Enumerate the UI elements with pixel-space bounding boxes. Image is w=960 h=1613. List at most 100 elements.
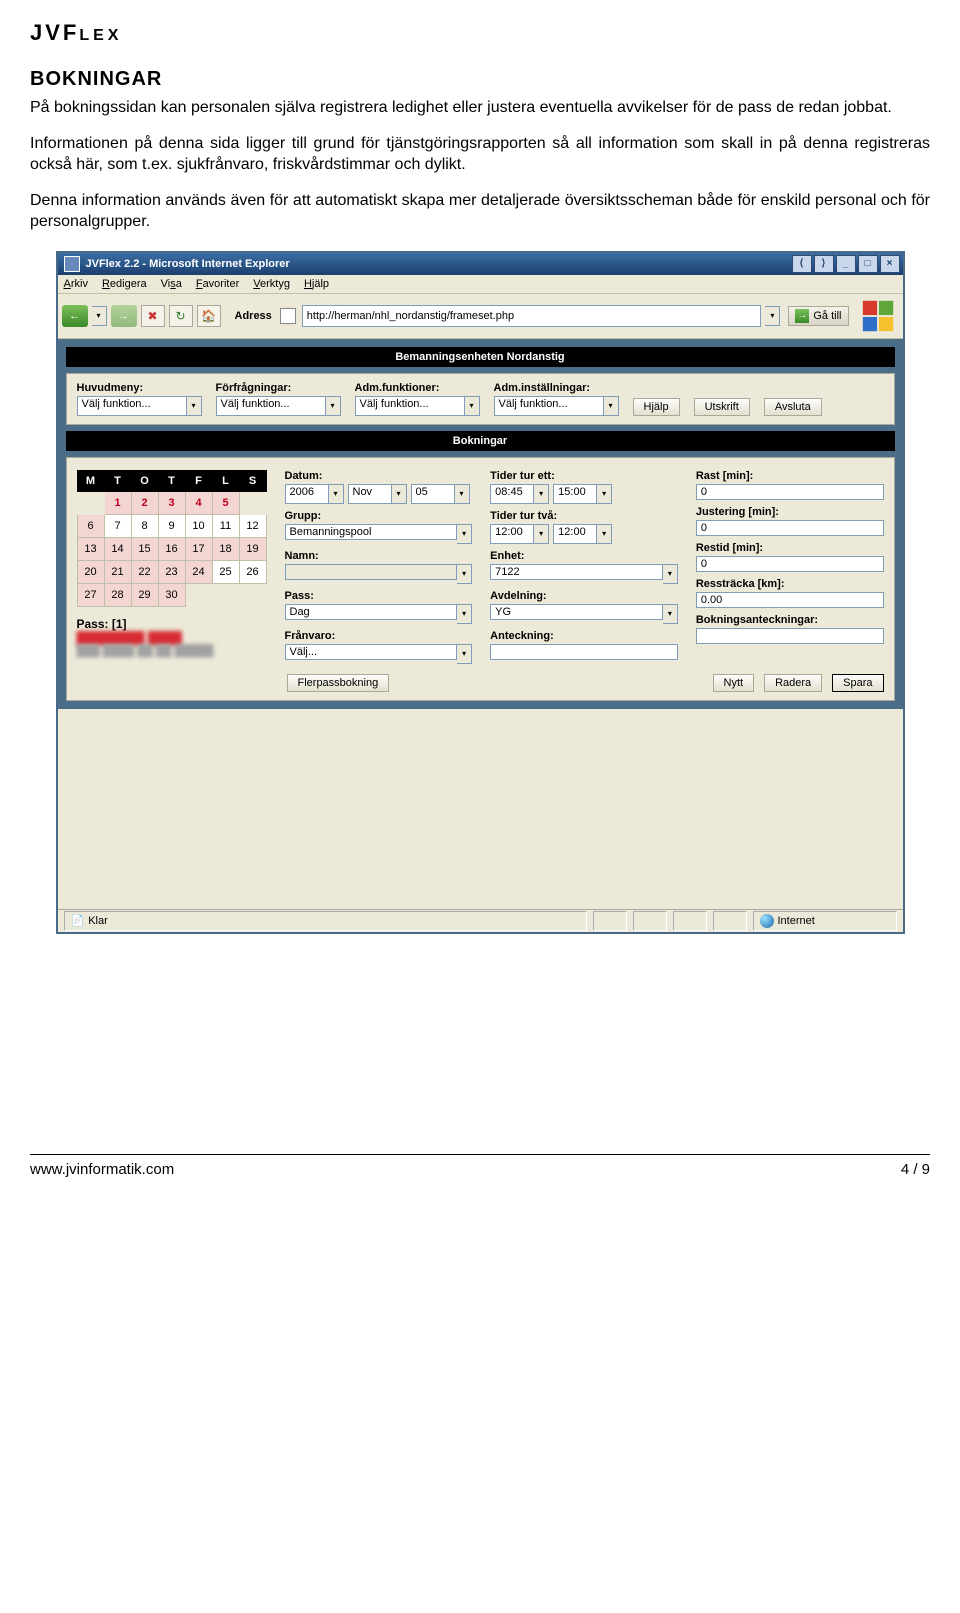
pass-select[interactable]: Dag▾ xyxy=(285,604,473,624)
forward-button[interactable]: → xyxy=(111,305,137,327)
calendar-cell[interactable]: 12 xyxy=(239,514,266,537)
namn-label: Namn: xyxy=(285,550,473,562)
rast-input[interactable]: 0 xyxy=(696,484,884,500)
avdelning-select[interactable]: YG▾ xyxy=(490,604,678,624)
tider1-label: Tider tur ett: xyxy=(490,470,678,482)
admfunk-select[interactable]: Välj funktion...▾ xyxy=(355,396,480,416)
menu-verktyg[interactable]: Verktyg xyxy=(253,278,290,290)
calendar-cell[interactable]: 15 xyxy=(131,537,158,560)
calendar-cell[interactable]: 8 xyxy=(131,514,158,537)
calendar-cell[interactable]: 17 xyxy=(185,537,212,560)
calendar-cell[interactable]: 24 xyxy=(185,560,212,583)
menu-hjalp[interactable]: Hjälp xyxy=(304,278,329,290)
calendar-cell[interactable]: 7 xyxy=(104,514,131,537)
refresh-icon[interactable]: ↻ xyxy=(169,305,193,327)
datum-year-select[interactable]: 2006▾ xyxy=(285,484,344,504)
calendar-cell[interactable]: 27 xyxy=(77,583,104,606)
forfragningar-label: Förfrågningar: xyxy=(216,382,341,394)
utskrift-button[interactable]: Utskrift xyxy=(694,398,750,416)
enhet-select[interactable]: 7122▾ xyxy=(490,564,678,584)
calendar-cell[interactable]: 10 xyxy=(185,514,212,537)
calendar-cell[interactable]: 3 xyxy=(158,491,185,514)
huvudmeny-select[interactable]: Välj funktion...▾ xyxy=(77,396,202,416)
calendar-cell[interactable]: 23 xyxy=(158,560,185,583)
grupp-label: Grupp: xyxy=(285,510,473,522)
calendar-cell[interactable]: 5 xyxy=(212,491,239,514)
calendar-day-header: S xyxy=(239,470,266,491)
calendar-cell[interactable]: 22 xyxy=(131,560,158,583)
calendar-cell[interactable]: 9 xyxy=(158,514,185,537)
tider1-to-select[interactable]: 15:00▾ xyxy=(553,484,612,504)
blurred-name: ████████ ████ xyxy=(77,631,267,645)
home-icon[interactable]: 🏠 xyxy=(197,305,221,327)
address-dropdown[interactable]: ▾ xyxy=(765,306,780,326)
bokningsanteckningar-input[interactable] xyxy=(696,628,884,644)
calendar-cell[interactable]: 18 xyxy=(212,537,239,560)
nytt-button[interactable]: Nytt xyxy=(713,674,755,692)
anteckning-input[interactable] xyxy=(490,644,678,660)
intro-paragraph-1: På bokningssidan kan personalen själva r… xyxy=(30,97,930,119)
calendar-cell[interactable]: 14 xyxy=(104,537,131,560)
maximize-icon[interactable]: □ xyxy=(858,255,878,273)
address-input[interactable]: http://herman/nhl_nordanstig/frameset.ph… xyxy=(302,305,762,327)
avsluta-button[interactable]: Avsluta xyxy=(764,398,822,416)
forfragningar-select[interactable]: Välj funktion...▾ xyxy=(216,396,341,416)
bokningsanteckningar-label: Bokningsanteckningar: xyxy=(696,614,884,626)
calendar-cell[interactable]: 2 xyxy=(131,491,158,514)
arrow-right-icon[interactable]: ⟩ xyxy=(814,255,834,273)
calendar-cell[interactable]: 16 xyxy=(158,537,185,560)
flerpassbokning-button[interactable]: Flerpassbokning xyxy=(287,674,390,692)
back-dropdown[interactable]: ▾ xyxy=(92,306,107,326)
avdelning-label: Avdelning: xyxy=(490,590,678,602)
menu-arkiv[interactable]: Arkivdocument.currentScript.previousElem… xyxy=(64,278,88,290)
radera-button[interactable]: Radera xyxy=(764,674,822,692)
calendar-cell xyxy=(185,583,212,606)
datum-month-select[interactable]: Nov▾ xyxy=(348,484,407,504)
datum-day-select[interactable]: 05▾ xyxy=(411,484,470,504)
calendar-cell[interactable]: 19 xyxy=(239,537,266,560)
menu-redigera[interactable]: Redigera xyxy=(102,278,147,290)
app-icon xyxy=(64,256,80,272)
calendar-cell[interactable]: 13 xyxy=(77,537,104,560)
menu-favoriter[interactable]: Favoriter xyxy=(196,278,239,290)
calendar-cell[interactable]: 6 xyxy=(77,514,104,537)
calendar-day-header: T xyxy=(104,470,131,491)
calendar-cell[interactable]: 21 xyxy=(104,560,131,583)
calendar-day-header: O xyxy=(131,470,158,491)
calendar-cell[interactable]: 29 xyxy=(131,583,158,606)
browser-toolbar: ← ▾ → ✖ ↻ 🏠 Adress http://herman/nhl_nor… xyxy=(58,294,903,339)
tider2-from-select[interactable]: 12:00▾ xyxy=(490,524,549,544)
tider1-from-select[interactable]: 08:45▾ xyxy=(490,484,549,504)
close-icon[interactable]: × xyxy=(880,255,900,273)
browser-screenshot: JVFlex 2.2 - Microsoft Internet Explorer… xyxy=(56,251,905,934)
restid-input[interactable]: 0 xyxy=(696,556,884,572)
namn-select[interactable]: ▾ xyxy=(285,564,473,584)
grupp-select[interactable]: Bemanningspool▾ xyxy=(285,524,473,544)
adminst-select[interactable]: Välj funktion...▾ xyxy=(494,396,619,416)
calendar-cell[interactable]: 20 xyxy=(77,560,104,583)
calendar-cell[interactable]: 28 xyxy=(104,583,131,606)
tider2-to-select[interactable]: 12:00▾ xyxy=(553,524,612,544)
hjalp-button[interactable]: Hjälp xyxy=(633,398,680,416)
menu-visa[interactable]: Visa xyxy=(161,278,182,290)
spara-button[interactable]: Spara xyxy=(832,674,883,692)
calendar-cell[interactable]: 26 xyxy=(239,560,266,583)
calendar-cell[interactable]: 30 xyxy=(158,583,185,606)
back-button[interactable]: ← xyxy=(62,305,88,327)
pass-type-label: Pass: xyxy=(285,590,473,602)
stop-icon[interactable]: ✖ xyxy=(141,305,165,327)
justering-input[interactable]: 0 xyxy=(696,520,884,536)
arrow-left-icon[interactable]: ⟨ xyxy=(792,255,812,273)
footer-url: www.jvinformatik.com xyxy=(30,1161,174,1178)
franvaro-select[interactable]: Välj...▾ xyxy=(285,644,473,664)
calendar-cell[interactable]: 11 xyxy=(212,514,239,537)
calendar-cell[interactable]: 25 xyxy=(212,560,239,583)
blurred-info: ███ ████ ██ ██ █████ xyxy=(77,645,267,657)
intro-paragraph-3: Denna information används även för att a… xyxy=(30,190,930,233)
calendar-cell[interactable]: 4 xyxy=(185,491,212,514)
go-button[interactable]: →Gå till xyxy=(788,306,848,326)
calendar-cell[interactable]: 1 xyxy=(104,491,131,514)
org-title: Bemanningsenheten Nordanstig xyxy=(66,347,895,367)
resstracka-input[interactable]: 0.00 xyxy=(696,592,884,608)
minimize-icon[interactable]: _ xyxy=(836,255,856,273)
